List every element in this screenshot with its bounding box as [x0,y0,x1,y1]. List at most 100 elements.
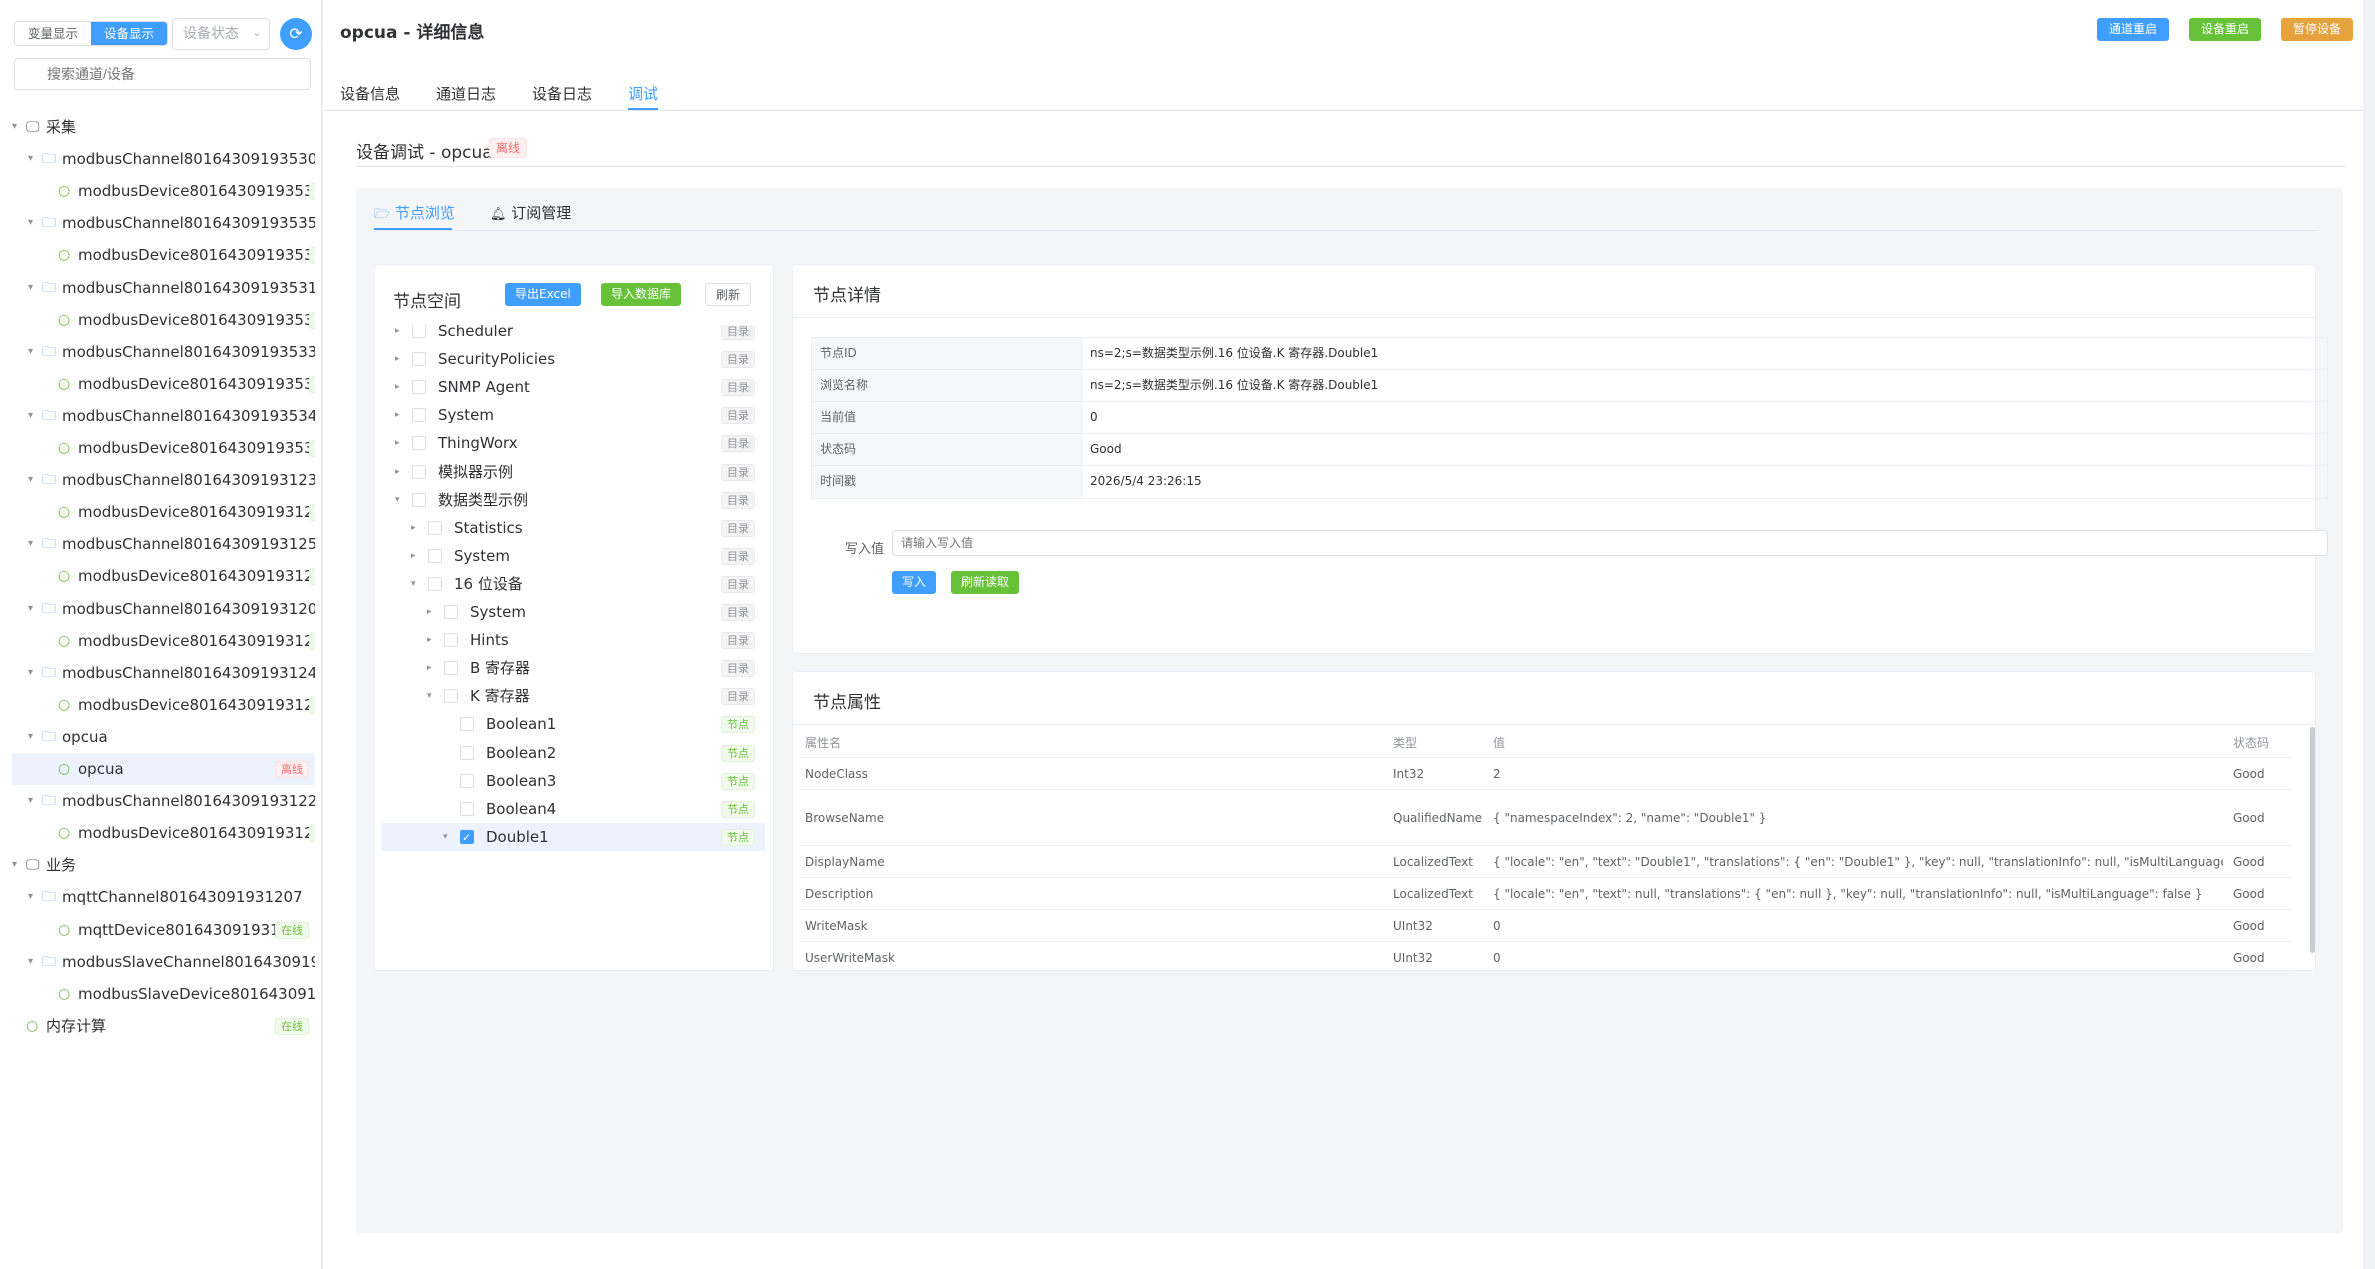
node-checkbox[interactable] [460,717,474,731]
node-folder-row[interactable]: ▸ System 目录 [381,598,765,626]
caret-right-icon[interactable]: ▸ [395,458,400,486]
tree-item-group[interactable]: ▾ 🖵 采集 [12,111,315,143]
node-folder-row[interactable]: ▾ K 寄存器 目录 [381,682,765,710]
subtab-subscription[interactable]: 🔔︎ 订阅管理 [490,202,571,223]
node-folder-row[interactable]: ▸ 模拟器示例 目录 [381,458,765,486]
node-folder-row[interactable]: ▸ B 寄存器 目录 [381,654,765,682]
node-checkbox[interactable] [428,549,442,563]
caret-right-icon[interactable]: ▸ [427,654,432,682]
caret-right-icon[interactable]: ▸ [427,626,432,654]
tree-item-device[interactable]: ○ modbusDevice801643091931222在 [12,817,315,849]
caret-down-icon[interactable]: ▾ [28,143,33,175]
restart-device-button[interactable]: 设备重启 [2189,18,2262,41]
caret-down-icon[interactable]: ▾ [443,823,448,851]
tree-item-device[interactable]: ○ modbusDevice801643091931246在 [12,689,315,721]
caret-down-icon[interactable]: ▾ [28,207,33,239]
node-checkbox[interactable] [460,746,474,760]
tree-item-device[interactable]: ○ modbusDevice801643091935307在 [12,175,315,207]
node-checkbox[interactable] [460,774,474,788]
caret-down-icon[interactable]: ▾ [427,682,432,710]
tree-item-channel[interactable]: ▾ 🗀 modbusChannel801643091931209[12 [12,593,315,625]
node-checkbox[interactable] [412,493,426,507]
write-value-input[interactable] [892,530,2328,556]
tab-device-log[interactable]: 设备日志 [532,83,592,104]
tree-item-channel[interactable]: ▾ 🗀 modbusChannel801643091931257[12 [12,528,315,560]
tree-item-group[interactable]: ▾ 🖵 业务 [12,849,315,881]
tree-item-device[interactable]: ○ mqttDevice801643091931208 在线 [12,914,315,946]
tree-item-root-device[interactable]: ○ 内存计算 在线 [12,1010,315,1042]
tree-item-device[interactable]: ○ modbusDevice801643091931210在 [12,625,315,657]
tab-channel-log[interactable]: 通道日志 [436,83,496,104]
node-checkbox[interactable] [428,577,442,591]
tree-item-channel[interactable]: ▾ 🗀 modbusChannel801643091931233[12 [12,464,315,496]
tree-item-channel[interactable]: ▾ 🗀 modbusChannel801643091935354[12 [12,207,315,239]
tree-item-device[interactable]: ○ modbusDevice801643091931234在 [12,496,315,528]
attributes-scrollbar[interactable] [2310,727,2315,953]
node-leaf-row[interactable]: Boolean3 节点 [381,767,765,795]
node-checkbox[interactable] [412,465,426,479]
node-folder-row[interactable]: ▸ Scheduler 目录 [381,325,765,345]
tab-device-info[interactable]: 设备信息 [340,83,400,104]
node-checkbox[interactable] [412,352,426,366]
search-input[interactable] [14,58,311,90]
tree-item-device[interactable]: ○ opcua 离线 [12,753,315,785]
node-checkbox[interactable] [444,661,458,675]
import-database-button[interactable]: 导入数据库 [601,283,682,306]
node-checkbox[interactable] [412,408,426,422]
node-folder-row[interactable]: ▾ 数据类型示例 目录 [381,486,765,514]
node-leaf-row[interactable]: ▾ Double1 节点 [381,823,765,852]
tree-item-channel[interactable]: ▾ 🗀 modbusChannel801643091931245[12 [12,657,315,689]
tree-item-device[interactable]: ○ modbusDevice801643091935343在 [12,432,315,464]
device-view-button[interactable]: 设备显示 [91,22,168,45]
node-folder-row[interactable]: ▸ Statistics 目录 [381,514,765,542]
pause-device-button[interactable]: 暂停设备 [2281,18,2354,41]
caret-right-icon[interactable]: ▸ [411,514,416,542]
node-folder-row[interactable]: ▸ System 目录 [381,401,765,429]
caret-down-icon[interactable]: ▾ [28,336,33,368]
caret-down-icon[interactable]: ▾ [12,111,17,143]
tree-item-channel[interactable]: ▾ 🗀 modbusSlaveChannel80164309193121 [12,946,315,978]
caret-down-icon[interactable]: ▾ [28,657,33,689]
node-checkbox[interactable] [460,802,474,816]
caret-down-icon[interactable]: ▾ [28,946,33,978]
tree-item-channel[interactable]: ▾ 🗀 modbusChannel801643091935306[12 [12,143,315,175]
refresh-read-button[interactable]: 刷新读取 [951,571,1020,594]
node-folder-row[interactable]: ▸ SecurityPolicies 目录 [381,345,765,373]
caret-down-icon[interactable]: ▾ [28,881,33,913]
refresh-nodes-button[interactable]: 刷新 [705,283,752,306]
tree-item-channel[interactable]: ▾ 🗀 modbusChannel801643091935342[12 [12,400,315,432]
caret-down-icon[interactable]: ▾ [411,570,416,598]
tab-debug[interactable]: 调试 [628,83,658,104]
caret-right-icon[interactable]: ▸ [395,345,400,373]
device-status-select[interactable]: 设备状态 ⌄ [172,18,270,50]
node-folder-row[interactable]: ▸ SNMP Agent 目录 [381,373,765,401]
tree-item-channel[interactable]: ▾ 🗀 modbusChannel801643091935318[12 [12,272,315,304]
node-folder-row[interactable]: ▸ Hints 目录 [381,626,765,654]
node-checkbox[interactable] [428,521,442,535]
caret-right-icon[interactable]: ▸ [395,429,400,457]
caret-down-icon[interactable]: ▾ [28,272,33,304]
export-excel-button[interactable]: 导出Excel [505,283,581,306]
tree-item-channel[interactable]: ▾ 🗀 mqttChannel801643091931207 [12,881,315,913]
caret-down-icon[interactable]: ▾ [395,486,400,514]
node-folder-row[interactable]: ▸ System 目录 [381,542,765,570]
node-checkbox[interactable] [444,605,458,619]
node-leaf-row[interactable]: Boolean2 节点 [381,739,765,767]
caret-right-icon[interactable]: ▸ [427,598,432,626]
variable-view-button[interactable]: 变量显示 [15,22,92,45]
caret-right-icon[interactable]: ▸ [395,325,400,345]
node-checkbox[interactable] [444,689,458,703]
node-checkbox[interactable] [444,633,458,647]
caret-right-icon[interactable]: ▸ [395,401,400,429]
write-button[interactable]: 写入 [892,571,937,594]
tree-item-channel[interactable]: ▾ 🗀 modbusChannel801643091931221[12 [12,785,315,817]
tree-item-device[interactable]: ○ modbusDevice801643091935319在 [12,304,315,336]
tree-item-device[interactable]: ○ modbusSlaveDevice801643091931 [12,978,315,1010]
caret-right-icon[interactable]: ▸ [395,373,400,401]
node-checkbox[interactable] [412,380,426,394]
tree-item-device[interactable]: ○ modbusDevice801643091931258在 [12,560,315,592]
refresh-tree-button[interactable]: ⟳ [280,18,312,50]
caret-down-icon[interactable]: ▾ [28,400,33,432]
node-folder-row[interactable]: ▸ ThingWorx 目录 [381,429,765,457]
node-leaf-row[interactable]: Boolean1 节点 [381,710,765,738]
